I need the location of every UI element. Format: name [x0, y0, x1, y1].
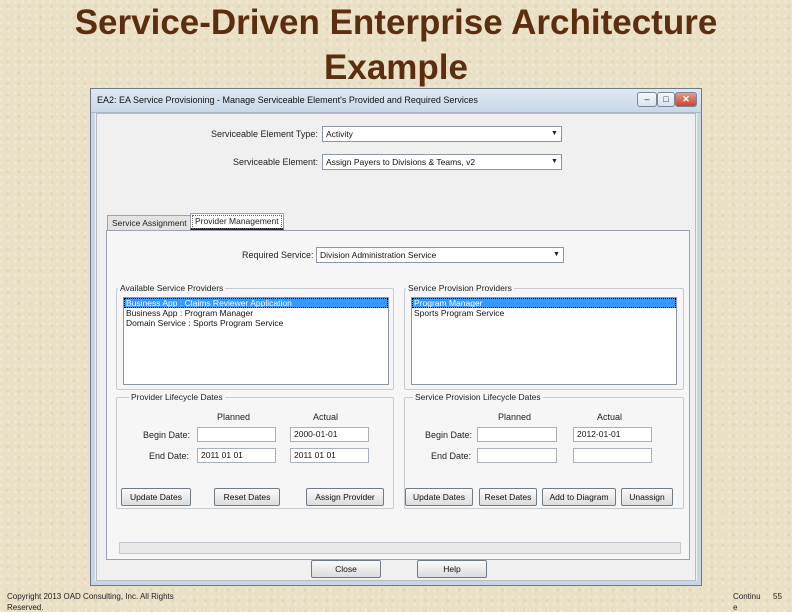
dialog-title: EA2: EA Service Provisioning - Manage Se…: [97, 95, 478, 105]
chevron-down-icon: ▼: [553, 251, 560, 258]
status-bar: [119, 542, 681, 554]
end-planned-input[interactable]: [477, 448, 557, 463]
provision-providers-list[interactable]: Program Manager Sports Program Service: [411, 297, 677, 385]
available-providers-title: Available Service Providers: [118, 283, 226, 293]
update-dates-button[interactable]: Update Dates: [405, 488, 473, 506]
close-window-button[interactable]: ✕: [675, 92, 697, 107]
page-number: 55: [773, 592, 782, 601]
reset-dates-button[interactable]: Reset Dates: [479, 488, 537, 506]
close-button[interactable]: Close: [311, 560, 381, 578]
element-value: Assign Payers to Divisions & Teams, v2: [326, 157, 476, 167]
unassign-button[interactable]: Unassign: [621, 488, 673, 506]
begin-actual-input[interactable]: 2000-01-01: [290, 427, 369, 442]
available-providers-list[interactable]: Business App : Claims Reviewer Applicati…: [123, 297, 389, 385]
chevron-down-icon: ▼: [551, 130, 558, 137]
required-service-select[interactable]: Division Administration Service ▼: [316, 247, 564, 263]
list-item[interactable]: Business App : Program Manager: [124, 308, 388, 318]
end-planned-input[interactable]: 2011 01 01: [197, 448, 276, 463]
provider-management-panel: Required Service: Division Administratio…: [106, 230, 690, 560]
continue-line1: Continu: [733, 592, 761, 601]
help-button[interactable]: Help: [417, 560, 487, 578]
available-providers-group: Available Service Providers Business App…: [116, 283, 394, 390]
tab-provider-management[interactable]: Provider Management: [190, 213, 284, 231]
slide-title-line2: Example: [324, 48, 468, 87]
element-type-value: Activity: [326, 129, 353, 139]
begin-actual-input[interactable]: 2012-01-01: [573, 427, 652, 442]
provision-providers-group: Service Provision Providers Program Mana…: [404, 283, 684, 390]
update-dates-button[interactable]: Update Dates: [121, 488, 191, 506]
end-date-label: End Date:: [431, 451, 472, 461]
end-actual-input[interactable]: [573, 448, 652, 463]
assign-provider-button[interactable]: Assign Provider: [306, 488, 384, 506]
planned-header: Planned: [498, 412, 532, 422]
list-item[interactable]: Business App : Claims Reviewer Applicati…: [124, 298, 388, 308]
copyright-line1: Copyright 2013 OAD Consulting, Inc. All …: [7, 592, 174, 601]
minimize-button[interactable]: –: [637, 92, 657, 107]
chevron-down-icon: ▼: [551, 158, 558, 165]
slide-title: Service-Driven Enterprise Architecture E…: [0, 0, 792, 90]
end-actual-input[interactable]: 2011 01 01: [290, 448, 369, 463]
actual-header: Actual: [313, 412, 339, 422]
maximize-button[interactable]: □: [657, 92, 675, 107]
continue-line2: e: [733, 603, 738, 612]
provider-dates-title: Provider Lifecycle Dates: [129, 392, 225, 402]
element-label: Serviceable Element:: [233, 157, 319, 167]
dialog-titlebar: EA2: EA Service Provisioning - Manage Se…: [91, 89, 701, 113]
list-item[interactable]: Sports Program Service: [412, 308, 676, 318]
provision-providers-title: Service Provision Providers: [406, 283, 514, 293]
copyright-line2: Reserved.: [7, 603, 44, 612]
begin-date-label: Begin Date:: [425, 430, 473, 440]
actual-header: Actual: [597, 412, 623, 422]
element-type-label: Serviceable Element Type:: [211, 129, 318, 139]
add-to-diagram-button[interactable]: Add to Diagram: [542, 488, 616, 506]
element-type-select[interactable]: Activity ▼: [322, 126, 562, 142]
begin-date-label: Begin Date:: [143, 430, 191, 440]
element-select[interactable]: Assign Payers to Divisions & Teams, v2 ▼: [322, 154, 562, 170]
continue-label: Continu e: [733, 591, 761, 612]
dialog-client-area: Serviceable Element Type: Activity ▼ Ser…: [96, 113, 696, 581]
tab-service-assignment[interactable]: Service Assignment: [107, 215, 192, 231]
reset-dates-button[interactable]: Reset Dates: [214, 488, 280, 506]
copyright-notice: Copyright 2013 OAD Consulting, Inc. All …: [7, 591, 174, 612]
required-service-value: Division Administration Service: [320, 250, 437, 260]
begin-planned-input[interactable]: [197, 427, 276, 442]
list-item[interactable]: Program Manager: [412, 298, 676, 308]
list-item[interactable]: Domain Service : Sports Program Service: [124, 318, 388, 328]
end-date-label: End Date:: [149, 451, 190, 461]
begin-planned-input[interactable]: [477, 427, 557, 442]
provision-dates-title: Service Provision Lifecycle Dates: [413, 392, 543, 402]
planned-header: Planned: [217, 412, 251, 422]
required-service-label: Required Service:: [242, 250, 314, 260]
slide-title-line1: Service-Driven Enterprise Architecture: [74, 3, 718, 42]
ea-service-provisioning-dialog: EA2: EA Service Provisioning - Manage Se…: [90, 88, 702, 586]
